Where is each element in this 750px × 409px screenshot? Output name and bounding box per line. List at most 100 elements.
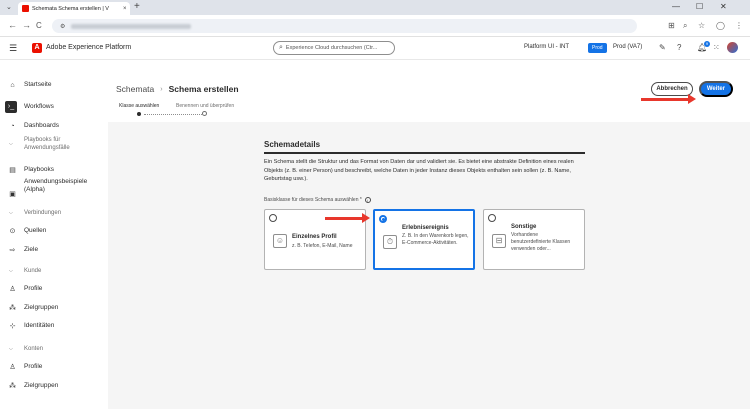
schema-description: Ein Schema stellt die Struktur und das F… [264,159,574,182]
sidebar-item-label: Anwendungsbeispiele (Alpha) [24,178,88,193]
breadcrumb-schemata-link[interactable]: Schemata [116,84,154,94]
search-placeholder: Experience Cloud durchsuchen (Ctr... [285,45,378,51]
card-title: Einzelnes Profil [292,234,337,240]
home-icon: ⌂ [10,81,15,89]
class-card-other[interactable]: ⊟ Sonstige Vorhandene benutzerdefinierte… [483,209,585,270]
audiences-icon: ⁂ [9,305,16,312]
dashboards-icon: ◔ [10,122,15,130]
maximize-icon[interactable]: ☐ [696,2,703,11]
adobe-favicon-icon [22,5,29,12]
card-title: Erlebnisereignis [402,225,449,231]
event-card-icon: ⏱ [383,235,397,249]
help-icon[interactable]: ? [677,43,681,52]
sidebar-section-label: Playbooks für Anwendungsfälle [24,137,70,151]
card-description: Vorhandene benutzerdefinierte Klassen ve… [511,232,571,252]
chevron-down-icon: ⌵ [9,210,13,216]
back-icon[interactable]: ← [8,20,17,30]
browser-menu-icon[interactable]: ⋮ [735,21,743,30]
sidebar-section-label: Verbindungen [24,210,62,216]
radio-other[interactable] [488,214,496,222]
step-indicator-inactive [202,111,207,116]
sidebar-item-label: Dashboards [24,122,60,129]
sidebar-item-label: Quellen [24,227,47,234]
app-header: ☰ A Adobe Experience Platform ⌕ Experien… [0,37,750,60]
step-select-class: Klasse auswählen [119,103,160,109]
blurred-url [71,23,192,29]
card-description: Z. B. In den Warenkorb legen, E-Commerce… [402,233,469,246]
sidebar-nav: ⌂ Startseite ›_ Workflows ◔ Dashboards ⌵… [0,60,108,409]
sandbox-switcher[interactable]: Prod (VA7) [613,44,642,50]
profile-icon[interactable]: ◯ [716,21,725,30]
step-indicator-active [137,112,141,116]
page-title: Schema erstellen [168,84,239,94]
step-connector [144,113,202,115]
browser-toolbar: ← → C ⚙ ⊞ ⌕ ☆ ◯ ⋮ [0,15,750,37]
card-description: z. B. Telefon, E-Mail, Name [292,243,353,249]
bookmark-star-icon[interactable]: ☆ [698,21,705,30]
window-close-icon[interactable]: ✕ [720,2,727,11]
sidebar-section-label: Kunde [24,268,42,274]
app-name[interactable]: Adobe Experience Platform [46,44,131,51]
cancel-button[interactable]: Abbrechen [651,82,693,96]
address-bar[interactable]: ⚙ [52,19,637,33]
browser-tabbar: ⌄ Schemata Schema erstellen | V × + — ☐ … [0,0,750,15]
breadcrumb-separator-icon: › [160,85,163,93]
apps-grid-icon[interactable]: ⁙ [713,43,720,52]
other-card-icon: ⊟ [492,234,506,248]
section-title: Schemadetails [264,140,321,149]
sidebar-item-label: Profile [24,363,43,370]
new-tab-icon[interactable]: + [134,1,140,12]
global-search-input[interactable]: ⌕ Experience Cloud durchsuchen (Ctr... [273,41,395,55]
sidebar-item-label: Zielgruppen [24,304,59,311]
sidebar-item-label: Playbooks [24,166,54,173]
radio-experience-event[interactable] [379,215,387,223]
sandbox-badge: Prod [588,43,607,53]
class-card-experience-event[interactable]: ⏱ Erlebnisereignis Z. B. In den Warenkor… [373,209,475,270]
base-class-label: Basisklasse für dieses Schema auswählen … [264,197,371,203]
chevron-down-icon: ⌵ [9,141,13,147]
org-switcher[interactable]: Platform UI - INT [524,44,569,50]
base-class-label-text: Basisklasse für dieses Schema auswählen … [264,197,362,203]
tab-list-chevron-icon[interactable]: ⌄ [6,3,12,11]
annotation-arrow-next [641,94,696,104]
identities-icon: ⊹ [9,323,16,330]
chevron-down-icon: ⌵ [9,346,13,352]
playbooks-icon: ▤ [9,167,16,174]
tab-close-icon[interactable]: × [123,6,127,12]
forward-icon[interactable]: → [22,20,31,30]
sidebar-item-label: Ziele [24,246,39,253]
notification-count: 9 [704,41,710,47]
search-icon: ⌕ [279,44,283,51]
examples-icon: ▣ [9,191,16,198]
annotation-arrow-card [325,213,370,223]
profile-icon: ♙ [9,364,16,371]
sources-icon: ⊙ [9,228,16,235]
sidebar-item-label: Profile [24,285,43,292]
radio-individual-profile[interactable] [269,214,277,222]
zoom-icon[interactable]: ⌕ [683,21,687,31]
step-name-review: Benennen und überprüfen [176,103,235,109]
next-button[interactable]: Weiter [699,81,733,97]
sidebar-section-label: Konten [24,346,44,352]
minimize-icon[interactable]: — [672,2,680,11]
chevron-down-icon: ⌵ [9,268,13,274]
translate-icon[interactable]: ⊞ [668,21,675,30]
hamburger-menu-icon[interactable]: ☰ [9,43,17,54]
audiences-icon: ⁂ [9,383,16,390]
info-icon[interactable]: i [364,197,371,203]
reload-icon[interactable]: C [36,21,42,30]
adobe-logo-icon[interactable]: A [32,43,42,53]
sidebar-item-label: Zielgruppen [24,382,59,389]
sidebar-item-label: Startseite [24,81,52,88]
tab-title: Schemata Schema erstellen | V [32,5,109,12]
sidebar-item-label: Workflows [24,103,54,110]
browser-tab[interactable]: Schemata Schema erstellen | V × [18,2,130,15]
feedback-icon[interactable]: ✎ [659,43,666,52]
site-info-icon[interactable]: ⚙ [60,23,65,30]
breadcrumb: Schemata › Schema erstellen [116,84,239,94]
sidebar-item-label: Identitäten [24,322,55,329]
profile-icon: ♙ [9,286,16,293]
profile-card-icon: ☺ [273,234,287,248]
section-divider [264,152,585,154]
user-avatar[interactable] [727,42,738,53]
